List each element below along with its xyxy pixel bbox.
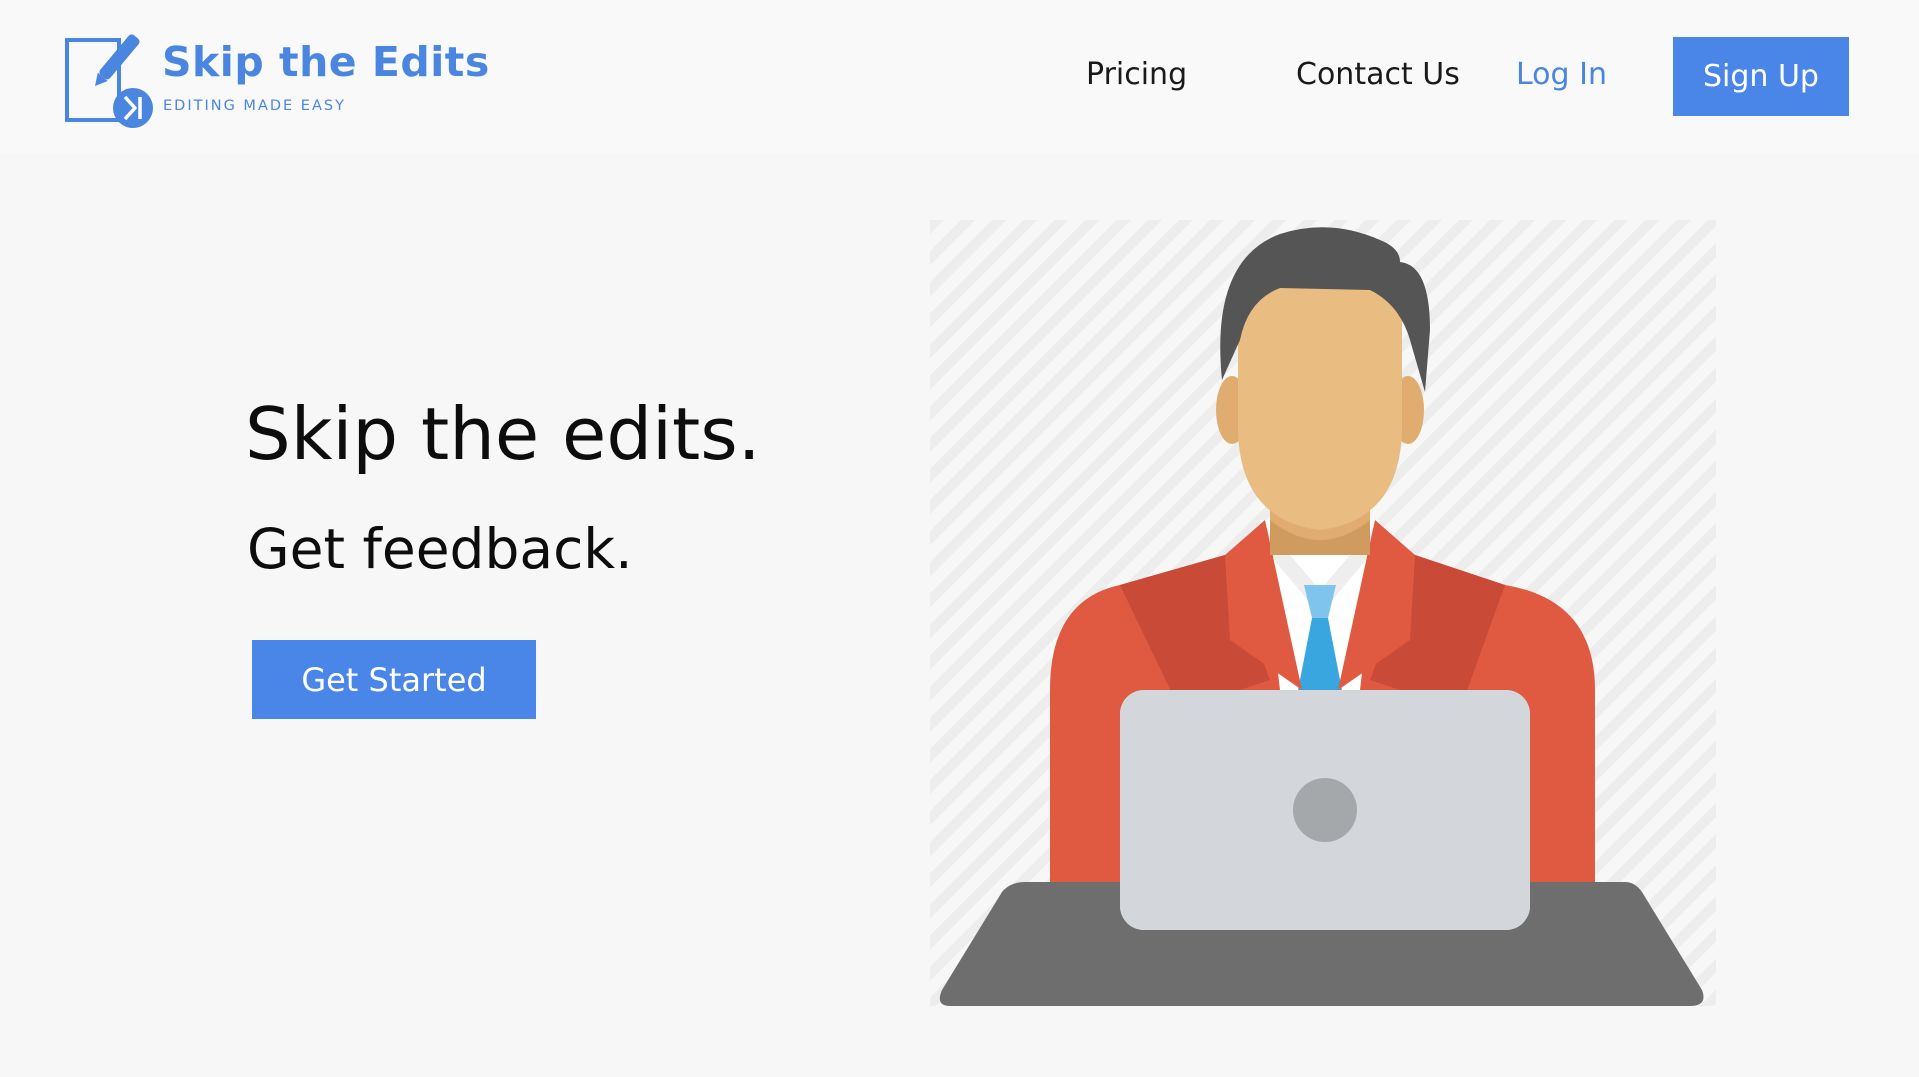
top-navigation-bar: Skip the Edits EDITING MADE EASY Pricing… bbox=[0, 0, 1919, 154]
edit-skip-icon bbox=[65, 34, 153, 128]
nav-pricing-link[interactable]: Pricing bbox=[1086, 60, 1187, 90]
get-started-button[interactable]: Get Started bbox=[252, 640, 536, 719]
brand-tagline: EDITING MADE EASY bbox=[163, 98, 346, 114]
hero-title: Skip the edits. bbox=[245, 392, 761, 476]
nav-contact-link[interactable]: Contact Us bbox=[1296, 60, 1460, 90]
brand-logo[interactable]: Skip the Edits EDITING MADE EASY bbox=[62, 30, 489, 130]
sign-up-button[interactable]: Sign Up bbox=[1673, 37, 1849, 116]
nav-login-link[interactable]: Log In bbox=[1516, 60, 1607, 90]
hero-subtitle: Get feedback. bbox=[247, 517, 633, 581]
person-at-laptop-illustration bbox=[930, 220, 1716, 1006]
brand-name: Skip the Edits bbox=[162, 38, 490, 86]
